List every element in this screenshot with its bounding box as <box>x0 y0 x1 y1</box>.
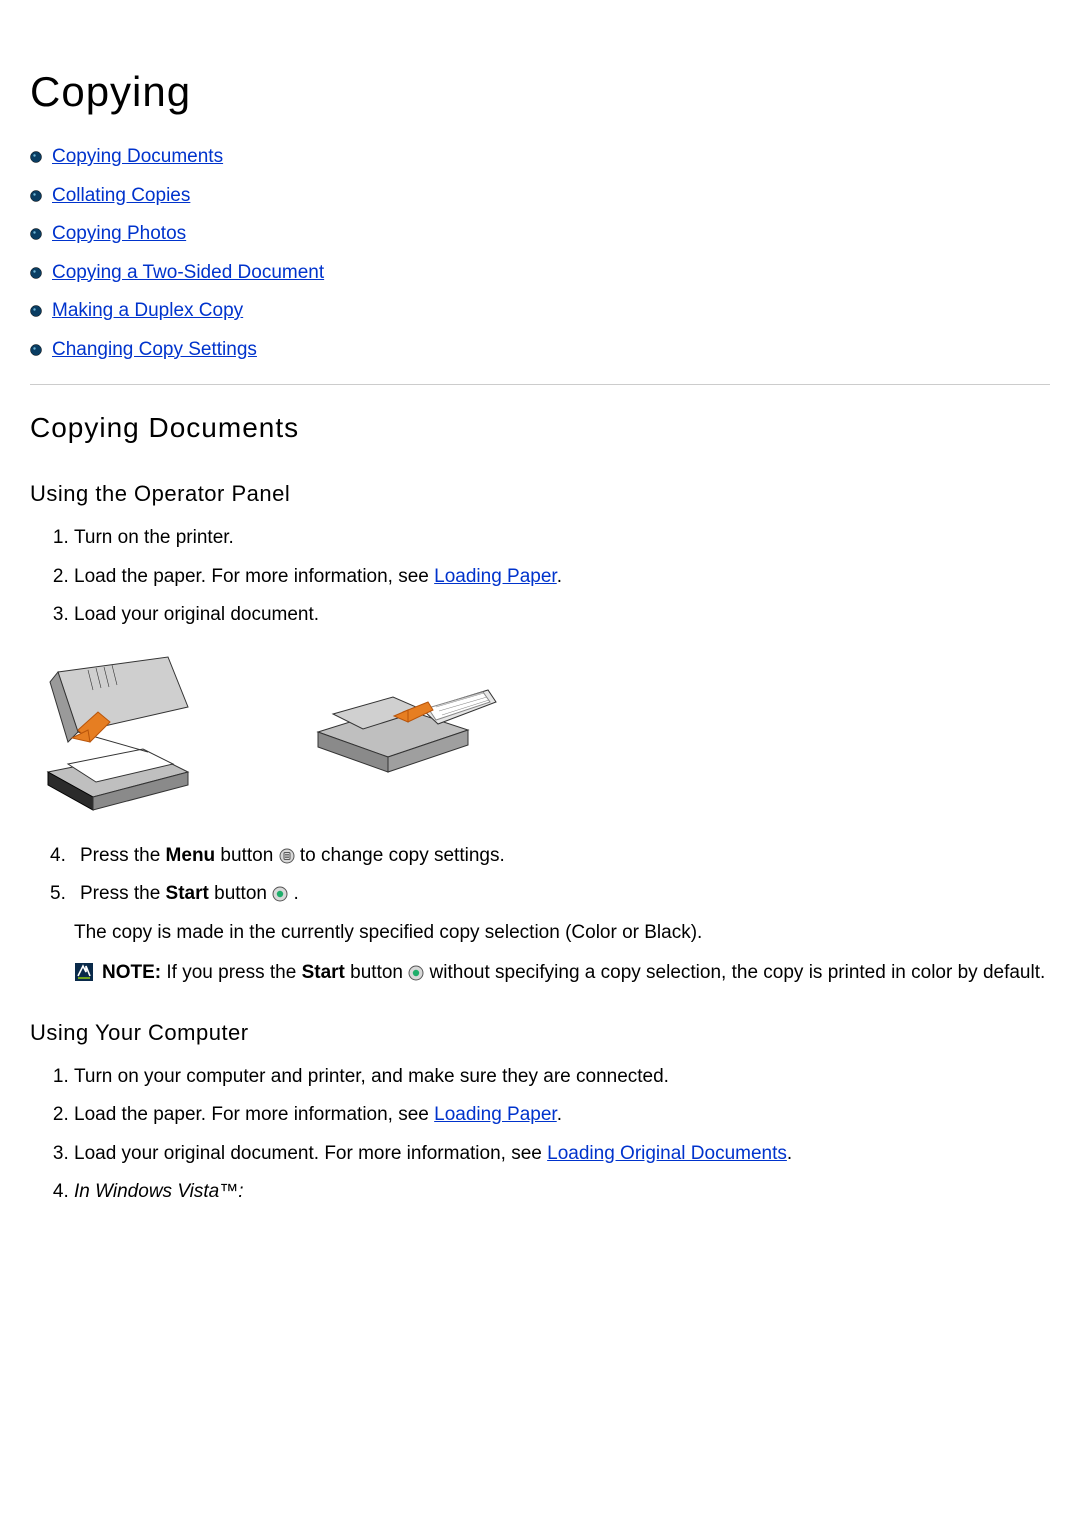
note-label: NOTE: <box>102 962 166 983</box>
flatbed-scanner-illustration <box>38 652 198 812</box>
toc-link[interactable]: Collating Copies <box>52 182 190 211</box>
start-button-icon <box>408 965 424 981</box>
toc-item: Collating Copies <box>30 182 1050 211</box>
toc-link[interactable]: Changing Copy Settings <box>52 336 257 365</box>
step-text: Press the <box>80 845 166 866</box>
steps-list: Turn on your computer and printer, and m… <box>30 1063 1050 1207</box>
page-title: Copying <box>30 60 1050 123</box>
list-item: Load the paper. For more information, se… <box>74 1101 1050 1130</box>
step-text: . <box>557 1104 562 1125</box>
step-text: to change copy settings. <box>300 845 505 866</box>
bold-text: Start <box>302 962 345 983</box>
bullet-icon <box>30 344 42 356</box>
loading-paper-link[interactable]: Loading Paper <box>434 1104 557 1125</box>
list-item: Load the paper. For more information, se… <box>74 563 1050 592</box>
toc-link[interactable]: Making a Duplex Copy <box>52 297 243 326</box>
step-number: 5. <box>50 880 72 909</box>
bold-text: Start <box>166 883 209 904</box>
note-text: button <box>345 962 408 983</box>
loading-original-documents-link[interactable]: Loading Original Documents <box>547 1143 787 1164</box>
toc-link[interactable]: Copying Photos <box>52 220 186 249</box>
step-text: Press the <box>80 883 166 904</box>
list-item: In Windows Vista™: <box>74 1178 1050 1207</box>
bullet-icon <box>30 151 42 163</box>
list-item: 5. Press the Start button . <box>50 880 1050 909</box>
step-text: Load the paper. For more information, se… <box>74 1104 434 1125</box>
section-heading: Copying Documents <box>30 407 1050 449</box>
step-number: 4. <box>50 842 72 871</box>
divider <box>30 384 1050 385</box>
bullet-icon <box>30 190 42 202</box>
note-text: without specifying a copy selection, the… <box>430 962 1046 983</box>
bullet-icon <box>30 305 42 317</box>
note-text: If you press the <box>166 962 301 983</box>
list-item: Turn on the printer. <box>74 524 1050 553</box>
toc-link[interactable]: Copying Documents <box>52 143 223 172</box>
figures-row <box>38 652 1050 812</box>
step-text: button <box>215 845 278 866</box>
toc-list: Copying Documents Collating Copies Copyi… <box>30 143 1050 364</box>
steps-list-continued: 4. Press the Menu button to change copy … <box>30 842 1050 909</box>
note-icon <box>74 962 94 982</box>
subsection-heading: Using the Operator Panel <box>30 477 1050 510</box>
list-item: 4. Press the Menu button to change copy … <box>50 842 1050 871</box>
list-item: Load your original document. <box>74 601 1050 630</box>
menu-button-icon <box>279 848 295 864</box>
body-text: The copy is made in the currently specif… <box>74 919 1050 948</box>
bold-text: Menu <box>166 845 216 866</box>
steps-list: Turn on the printer. Load the paper. For… <box>30 524 1050 630</box>
list-item: Load your original document. For more in… <box>74 1140 1050 1169</box>
toc-item: Copying a Two-Sided Document <box>30 259 1050 288</box>
list-item: Turn on your computer and printer, and m… <box>74 1063 1050 1092</box>
toc-item: Changing Copy Settings <box>30 336 1050 365</box>
note: NOTE: If you press the Start button with… <box>74 959 1050 988</box>
italic-text: In Windows Vista™: <box>74 1181 244 1202</box>
toc-item: Making a Duplex Copy <box>30 297 1050 326</box>
loading-paper-link[interactable]: Loading Paper <box>434 566 557 587</box>
step-text: Load your original document. For more in… <box>74 1143 547 1164</box>
step-text: button <box>209 883 272 904</box>
bullet-icon <box>30 228 42 240</box>
adf-printer-illustration <box>308 652 498 782</box>
start-button-icon <box>272 886 288 902</box>
toc-item: Copying Photos <box>30 220 1050 249</box>
step-text: . <box>294 883 299 904</box>
step-text: . <box>557 566 562 587</box>
toc-item: Copying Documents <box>30 143 1050 172</box>
bullet-icon <box>30 267 42 279</box>
step-text: . <box>787 1143 792 1164</box>
step-text: Load the paper. For more information, se… <box>74 566 434 587</box>
subsection-heading: Using Your Computer <box>30 1016 1050 1049</box>
toc-link[interactable]: Copying a Two-Sided Document <box>52 259 324 288</box>
